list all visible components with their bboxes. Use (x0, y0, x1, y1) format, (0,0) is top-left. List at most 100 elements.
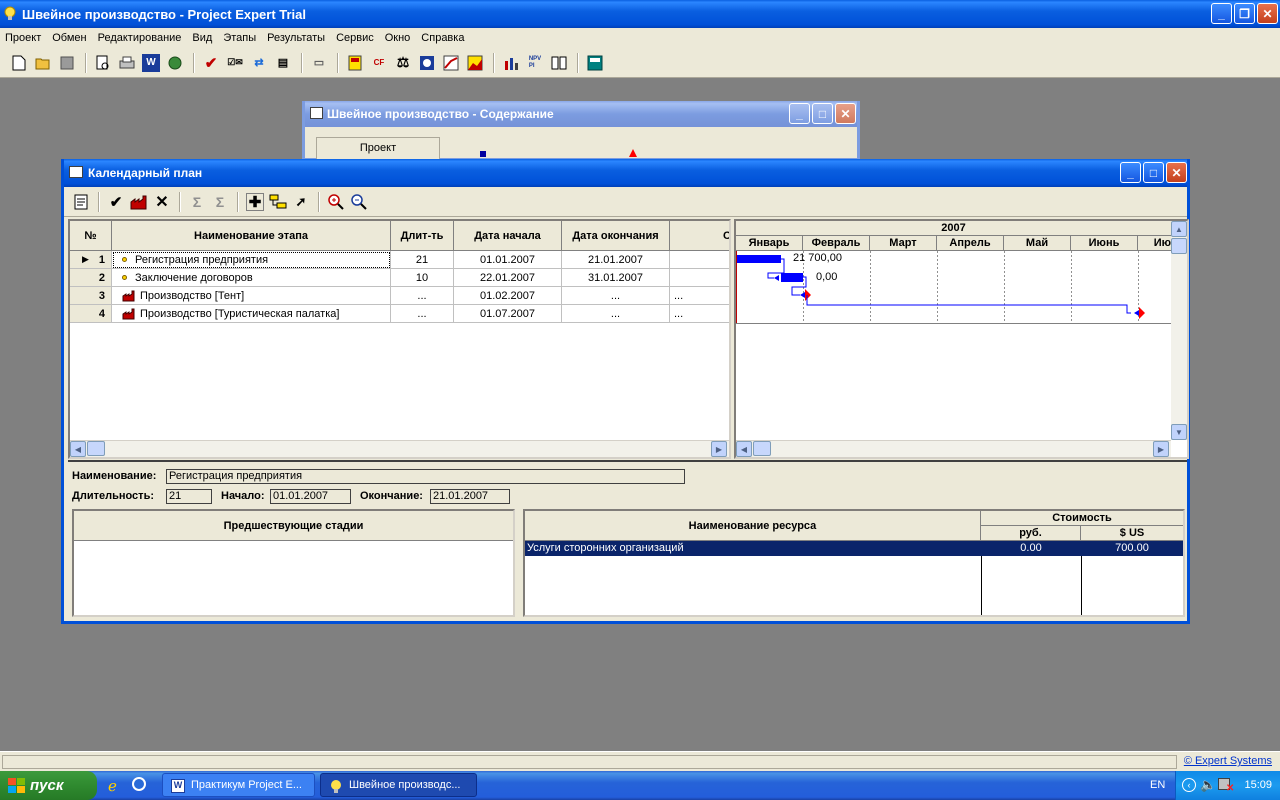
calendar-plan-window[interactable]: Календарный план _ □ ✕ ✔ ✕ Σ Σ ✚ ➚ № Наи… (61, 159, 1190, 624)
gantt-hscrollbar[interactable]: ◀ ▶ (736, 440, 1171, 457)
sum-left-icon[interactable]: Σ (188, 193, 206, 211)
stage-duration[interactable]: ... (391, 287, 454, 305)
plan-maximize-button[interactable]: □ (1143, 162, 1164, 183)
col-header-duration[interactable]: Длит-ть (391, 221, 454, 251)
hierarchy-icon[interactable] (269, 193, 287, 211)
properties-icon[interactable] (72, 193, 90, 211)
table-row[interactable]: Услуги сторонних организаций 0.00 700.00 (525, 541, 1183, 556)
predecessors-list[interactable]: Предшествующие стадии (72, 509, 515, 617)
print-icon[interactable] (118, 54, 136, 72)
stage-start[interactable]: 01.01.2007 (454, 251, 562, 269)
scroll-right-button[interactable]: ▶ (711, 441, 727, 457)
area-chart-icon[interactable] (466, 54, 484, 72)
stage-start[interactable]: 22.01.2007 (454, 269, 562, 287)
scroll-left-button[interactable]: ◀ (736, 441, 752, 457)
volume-icon[interactable]: 🔈 (1200, 777, 1216, 793)
gantt-bar-2[interactable] (781, 273, 803, 282)
menu-service[interactable]: Сервис (331, 32, 380, 44)
content-close-button[interactable]: ✕ (835, 103, 856, 124)
web-export-icon[interactable] (166, 54, 184, 72)
zoom-in-icon[interactable] (327, 193, 345, 211)
check-icon[interactable]: ✔ (107, 193, 125, 211)
gantt-vscrollbar[interactable]: ▲ ▼ (1171, 221, 1187, 440)
tab-project[interactable]: Проект (316, 137, 440, 159)
add-stage-icon[interactable]: ✚ (246, 192, 264, 211)
stage-end[interactable]: ... (562, 305, 670, 323)
stage-end[interactable]: 31.01.2007 (562, 269, 670, 287)
stage-duration[interactable]: 10 (391, 269, 454, 287)
scroll-left-button[interactable]: ◀ (70, 441, 86, 457)
scroll-thumb[interactable] (753, 441, 771, 456)
col-header-num[interactable]: № (70, 221, 112, 251)
scroll-down-button[interactable]: ▼ (1171, 424, 1187, 440)
check-icon[interactable]: ✔ (202, 54, 220, 72)
scroll-up-button[interactable]: ▲ (1171, 221, 1187, 237)
gantt-milestone-3[interactable] (800, 292, 805, 298)
zoom-out-icon[interactable] (350, 193, 368, 211)
menu-results[interactable]: Результаты (262, 32, 331, 44)
chart-report-icon[interactable] (442, 54, 460, 72)
table-row[interactable]: Заключение договоров (112, 269, 391, 287)
app-title-bar[interactable]: Швейное производство - Project Expert Tr… (0, 0, 1280, 28)
npv-pi-icon[interactable]: NPV PI (526, 54, 544, 72)
content-minimize-button[interactable]: _ (789, 103, 810, 124)
stage-end[interactable]: ... (562, 287, 670, 305)
transfer-icon[interactable]: ⇄ (250, 54, 268, 72)
stage-start[interactable]: 01.02.2007 (454, 287, 562, 305)
scroll-thumb[interactable] (87, 441, 105, 456)
menu-window[interactable]: Окно (380, 32, 417, 44)
stage-duration[interactable]: 21 (391, 251, 454, 269)
row-2-num-cell[interactable]: 2 (70, 269, 112, 287)
stage-extra[interactable] (670, 251, 729, 269)
gantt-bar-1[interactable] (737, 255, 781, 263)
word-export-icon[interactable]: W (142, 53, 160, 72)
content-maximize-button[interactable]: □ (812, 103, 833, 124)
row-4-num-cell[interactable]: 4 (70, 305, 112, 323)
menu-project[interactable]: Проект (0, 32, 47, 44)
content-window[interactable]: Швейное производство - Содержание _ □ ✕ … (302, 101, 860, 161)
form-icon[interactable]: ▭ (310, 54, 328, 72)
expert-systems-link[interactable]: © Expert Systems (1184, 755, 1272, 767)
row-3-num-cell[interactable]: 3 (70, 287, 112, 305)
col-header-name[interactable]: Наименование этапа (112, 221, 391, 251)
col-header-start[interactable]: Дата начала (454, 221, 562, 251)
language-indicator[interactable]: EN (1150, 779, 1165, 791)
close-button[interactable]: ✕ (1257, 3, 1278, 24)
menu-view[interactable]: Вид (187, 32, 218, 44)
document-icon[interactable]: ▤ (274, 54, 292, 72)
end-field[interactable]: 21.01.2007 (430, 489, 510, 504)
calendar-plan-title-bar[interactable]: Календарный план _ □ ✕ (64, 159, 1187, 187)
open-folder-icon[interactable] (34, 54, 52, 72)
scroll-right-button[interactable]: ▶ (1153, 441, 1169, 457)
sensitivity-icon[interactable] (550, 54, 568, 72)
gantt-milestone-4[interactable] (1134, 310, 1139, 316)
stage-extra[interactable]: ... (670, 305, 729, 323)
taskbar-item-project-expert[interactable]: Швейное производс... (320, 773, 477, 797)
new-file-icon[interactable] (10, 54, 28, 72)
ie-icon[interactable]: ℯ (108, 777, 117, 795)
start-field[interactable]: 01.01.2007 (270, 489, 351, 504)
content-window-title-bar[interactable]: Швейное производство - Содержание _ □ ✕ (305, 101, 857, 127)
stage-duration[interactable]: ... (391, 305, 454, 323)
table-row[interactable]: Производство [Туристическая палатка] (112, 305, 391, 323)
sum-right-icon[interactable]: Σ (211, 193, 229, 211)
duration-field[interactable]: 21 (166, 489, 212, 504)
tray-expand-icon[interactable]: ‹ (1182, 778, 1196, 792)
table-row[interactable]: Производство [Тент] (112, 287, 391, 305)
balance-icon[interactable]: ⚖ (394, 54, 412, 72)
globe-report-icon[interactable] (418, 54, 436, 72)
start-button[interactable]: пуск (0, 771, 97, 800)
table-hscrollbar[interactable]: ◀ ▶ (70, 440, 729, 457)
factory-icon[interactable] (130, 193, 148, 211)
menu-edit[interactable]: Редактирование (93, 32, 188, 44)
table-icon[interactable] (346, 54, 364, 72)
scroll-thumb[interactable] (1171, 238, 1187, 254)
menu-exchange[interactable]: Обмен (47, 32, 92, 44)
stage-end[interactable]: 21.01.2007 (562, 251, 670, 269)
stage-extra[interactable] (670, 269, 729, 287)
minimize-button[interactable]: _ (1211, 3, 1232, 24)
row-1-num-cell[interactable]: ▶ 1 (70, 251, 112, 269)
taskbar-item-word[interactable]: W Практикум Project E... (162, 773, 315, 797)
pointer-icon[interactable]: ➚ (292, 193, 310, 211)
stage-extra[interactable]: ... (670, 287, 729, 305)
